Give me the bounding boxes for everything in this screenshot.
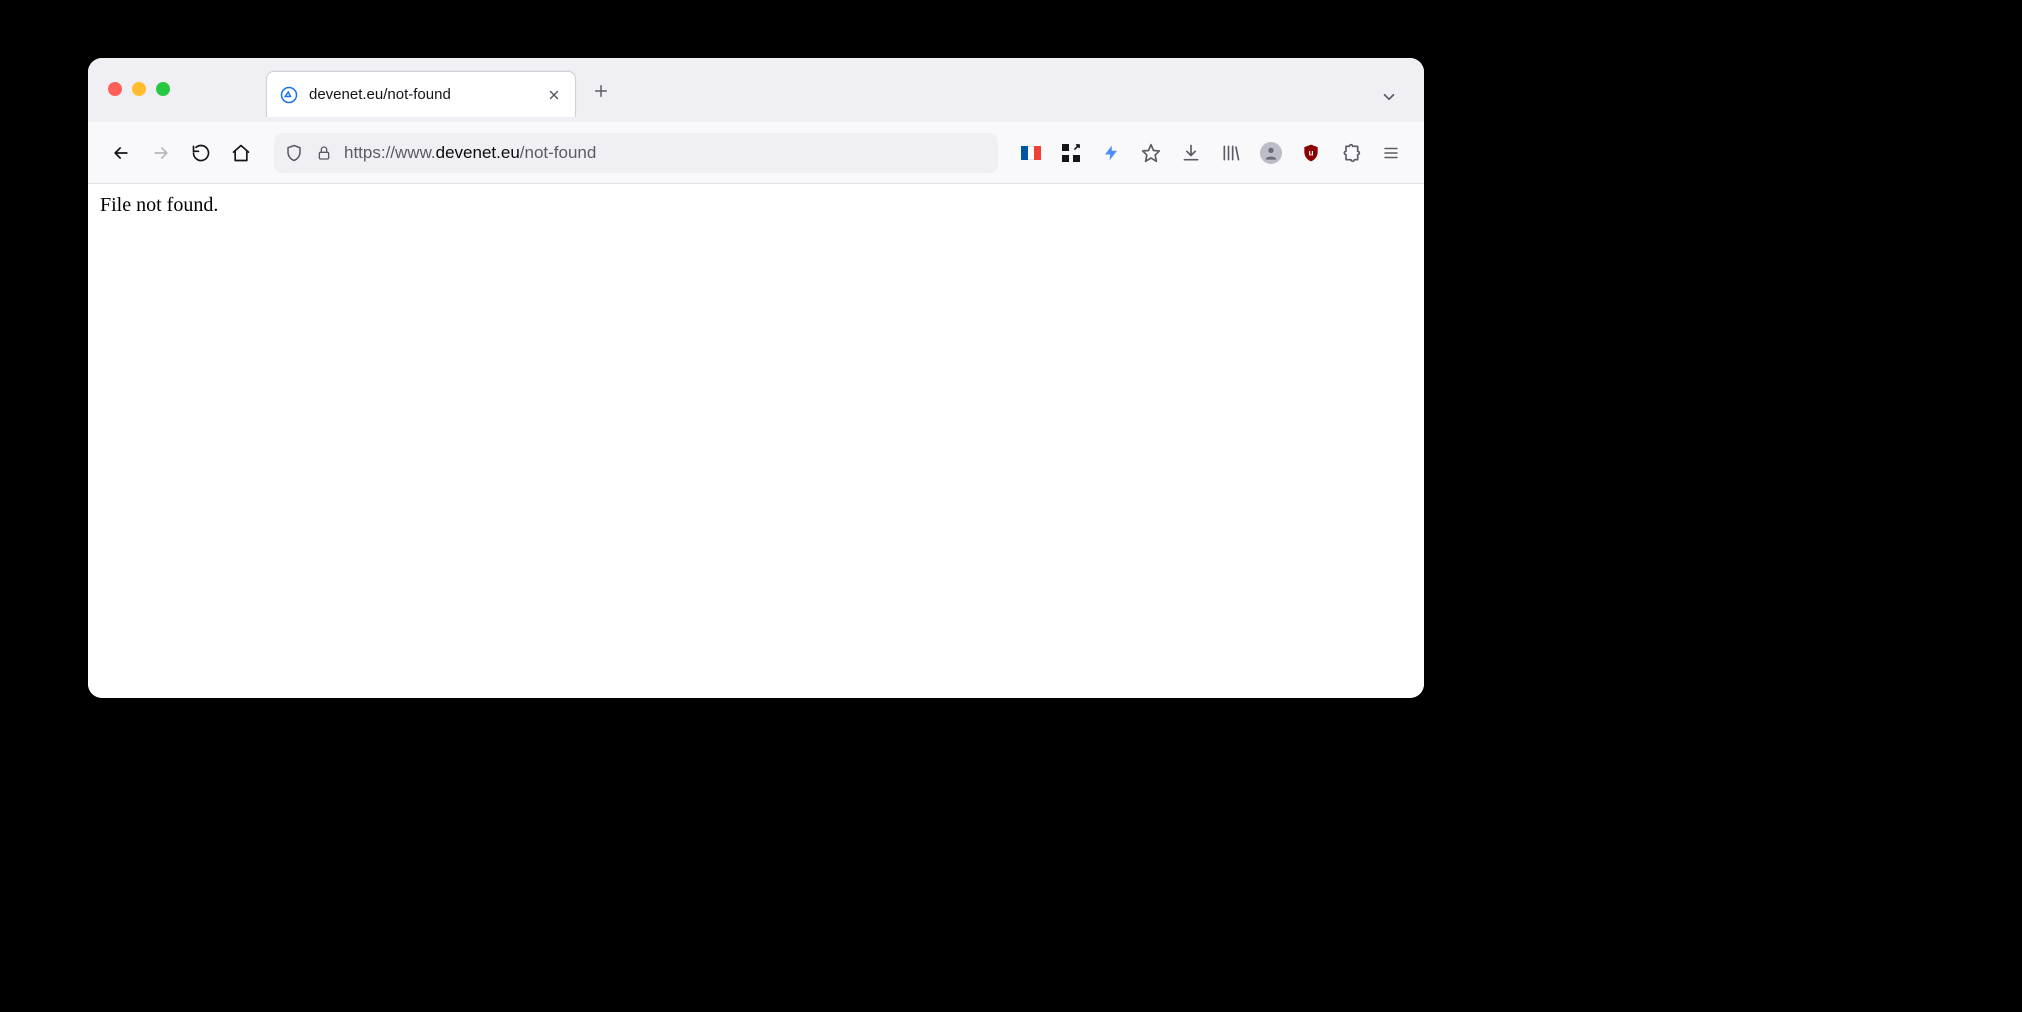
url-path: /not-found	[520, 143, 597, 162]
tab-close-button[interactable]	[545, 86, 563, 104]
url-host: devenet.eu	[436, 143, 520, 162]
window-minimize-button[interactable]	[132, 82, 146, 96]
url-bar[interactable]: https://www.devenet.eu/not-found	[274, 133, 998, 173]
toolbar-right: u	[1014, 136, 1408, 170]
list-all-tabs-button[interactable]	[1372, 80, 1406, 114]
france-flag-icon[interactable]	[1014, 136, 1048, 170]
tab-strip: devenet.eu/not-found	[88, 58, 1424, 122]
window-maximize-button[interactable]	[156, 82, 170, 96]
tabstrip-right	[1372, 80, 1406, 114]
ublock-shield-icon[interactable]: u	[1294, 136, 1328, 170]
reload-button[interactable]	[184, 136, 218, 170]
home-button[interactable]	[224, 136, 258, 170]
tab-title: devenet.eu/not-found	[309, 86, 535, 103]
error-message: File not found.	[100, 194, 1412, 217]
navigation-toolbar: https://www.devenet.eu/not-found	[88, 122, 1424, 184]
url-text: https://www.devenet.eu/not-found	[344, 143, 596, 163]
library-icon[interactable]	[1214, 136, 1248, 170]
window-controls	[108, 82, 170, 96]
browser-tab[interactable]: devenet.eu/not-found	[266, 71, 576, 117]
tracking-protection-icon[interactable]	[284, 143, 304, 163]
forward-button[interactable]	[144, 136, 178, 170]
page-content: File not found.	[88, 184, 1424, 698]
lock-icon[interactable]	[314, 143, 334, 163]
browser-window: devenet.eu/not-found	[88, 58, 1424, 698]
url-prefix: https://www.	[344, 143, 436, 162]
back-button[interactable]	[104, 136, 138, 170]
app-menu-button[interactable]	[1374, 136, 1408, 170]
downloads-icon[interactable]	[1174, 136, 1208, 170]
tab-favicon-icon	[279, 85, 299, 105]
tabs-area: devenet.eu/not-found	[266, 58, 1410, 122]
extensions-puzzle-icon[interactable]	[1334, 136, 1368, 170]
bookmark-star-icon[interactable]	[1134, 136, 1168, 170]
grid-extension-icon[interactable]	[1054, 136, 1088, 170]
profile-icon[interactable]	[1254, 136, 1288, 170]
svg-text:u: u	[1308, 147, 1313, 157]
lightning-extension-icon[interactable]	[1094, 136, 1128, 170]
new-tab-button[interactable]	[584, 74, 618, 108]
window-close-button[interactable]	[108, 82, 122, 96]
